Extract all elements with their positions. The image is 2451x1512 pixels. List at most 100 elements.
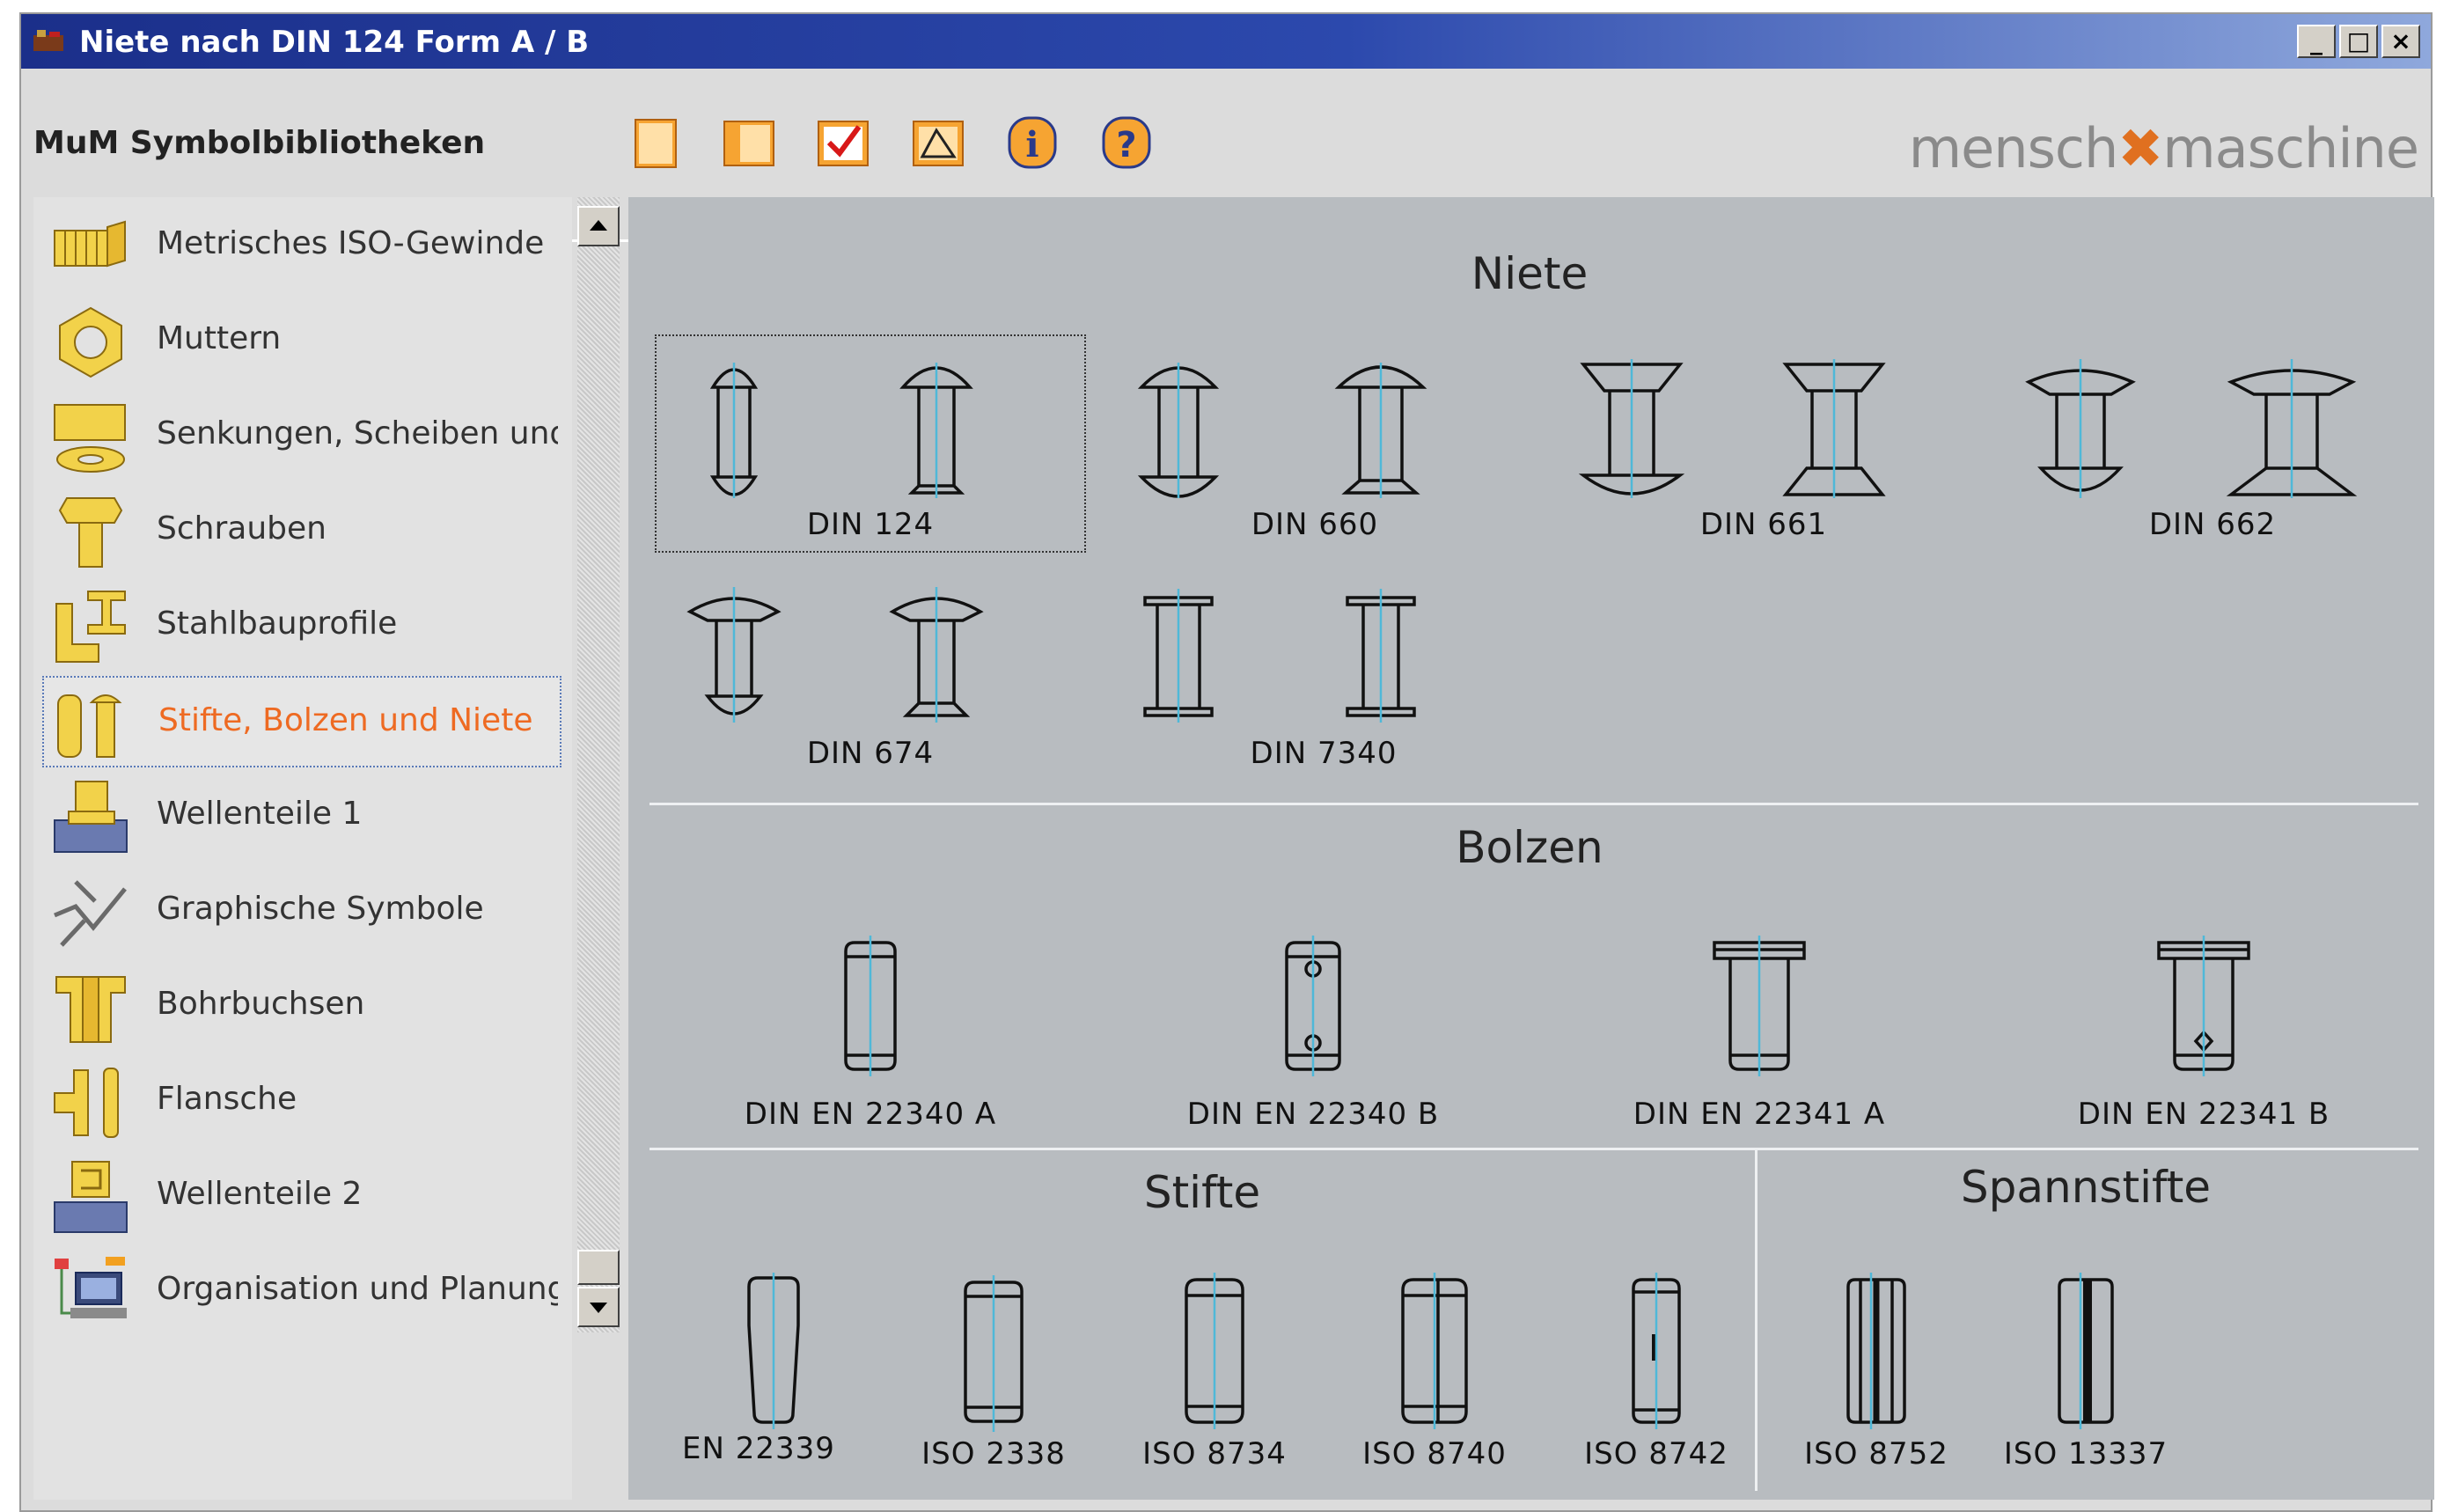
section-title-niete: Niete bbox=[1471, 248, 1589, 299]
rivet-din674-form-a-icon[interactable] bbox=[681, 580, 787, 730]
pin-en-22339-icon[interactable] bbox=[730, 1273, 818, 1431]
sidebar-item-label: Metrisches ISO-Gewinde bbox=[157, 225, 545, 261]
symbol-label-din7340[interactable]: DIN 7340 bbox=[1251, 736, 1398, 771]
open-sheet-icon[interactable] bbox=[721, 114, 777, 171]
sidebar-item-label: Senkungen, Scheiben und Du bbox=[157, 415, 558, 451]
symbol-label-din-en-22340-a[interactable]: DIN EN 22340 A bbox=[745, 1097, 996, 1132]
sidebar-item-metrisches-iso-gewinde[interactable]: Metrisches ISO-Gewinde bbox=[42, 201, 561, 292]
library-title: MuM Symbolbibliotheken bbox=[33, 125, 486, 161]
minimize-button[interactable]: _ bbox=[2297, 25, 2336, 58]
washer-icon bbox=[54, 404, 126, 473]
sidebar-scrollbar[interactable] bbox=[577, 197, 620, 1332]
nut-icon bbox=[59, 306, 122, 378]
sidebar-item-organisation-und-planung[interactable]: Organisation und Planung bbox=[42, 1246, 561, 1338]
brand-mark-icon: ✖ bbox=[2117, 116, 2163, 180]
graphic-symbol-icon bbox=[54, 880, 127, 947]
symbol-label-din662[interactable]: DIN 662 bbox=[2149, 507, 2276, 542]
insert-symbol-icon[interactable] bbox=[910, 114, 966, 171]
thread-icon bbox=[54, 220, 126, 268]
bolt-din-en-22340-b-icon[interactable] bbox=[1260, 932, 1366, 1082]
symbol-label-iso-2338[interactable]: ISO 2338 bbox=[921, 1436, 1066, 1472]
close-button[interactable]: × bbox=[2381, 25, 2420, 58]
sidebar-item-stahlbauprofile[interactable]: Stahlbauprofile bbox=[42, 581, 561, 672]
rivet-din660-form-a-icon[interactable] bbox=[1126, 356, 1231, 505]
app-icon bbox=[33, 30, 63, 51]
symbol-label-din124[interactable]: DIN 124 bbox=[807, 507, 934, 542]
help-icon[interactable]: ? bbox=[1098, 114, 1155, 171]
screw-icon bbox=[58, 497, 123, 568]
sidebar-item-muttern[interactable]: Muttern bbox=[42, 296, 561, 387]
pin-iso-2338-icon[interactable] bbox=[950, 1275, 1038, 1434]
symbol-label-din-en-22341-b[interactable]: DIN EN 22341 B bbox=[2078, 1097, 2330, 1132]
svg-text:?: ? bbox=[1116, 125, 1136, 165]
sidebar-item-graphische-symbole[interactable]: Graphische Symbole bbox=[42, 866, 561, 958]
title-bar[interactable]: Niete nach DIN 124 Form A / B _ □ × bbox=[21, 14, 2431, 69]
sidebar-item-wellenteile-1[interactable]: Wellenteile 1 bbox=[42, 771, 561, 862]
bolt-din-en-22341-a-icon[interactable] bbox=[1702, 932, 1816, 1082]
symbol-label-din661[interactable]: DIN 661 bbox=[1700, 507, 1827, 542]
sidebar-item-wellenteile-2[interactable]: Wellenteile 2 bbox=[42, 1151, 561, 1243]
rivet-din124-form-b-icon[interactable] bbox=[884, 356, 989, 505]
scroll-down-button[interactable] bbox=[577, 1287, 620, 1327]
sidebar-item-label: Schrauben bbox=[157, 510, 327, 547]
pin-iso-8742-icon[interactable] bbox=[1612, 1273, 1700, 1431]
rivet-din661-form-a-icon[interactable] bbox=[1574, 356, 1689, 505]
sidebar-item-label: Bohrbuchsen bbox=[157, 986, 365, 1022]
symbol-label-din-en-22341-a[interactable]: DIN EN 22341 A bbox=[1633, 1097, 1885, 1132]
shaft-part-icon bbox=[54, 781, 128, 853]
organisation-icon bbox=[55, 1257, 127, 1318]
rivet-din7340-form-b-icon[interactable] bbox=[1328, 580, 1434, 730]
scroll-up-button[interactable] bbox=[577, 206, 620, 246]
rivet-din661-form-b-icon[interactable] bbox=[1777, 356, 1891, 505]
rivet-din124-form-a-icon[interactable] bbox=[681, 356, 787, 505]
sidebar-item-flansche[interactable]: Flansche bbox=[42, 1056, 561, 1148]
maximize-icon: □ bbox=[2346, 26, 2371, 55]
sidebar-item-label: Stahlbauprofile bbox=[157, 606, 398, 642]
rivet-din7340-form-a-icon[interactable] bbox=[1126, 580, 1231, 730]
sidebar-item-bohrbuchsen[interactable]: Bohrbuchsen bbox=[42, 961, 561, 1053]
section-title-bolzen: Bolzen bbox=[1456, 822, 1603, 873]
info-icon[interactable]: i bbox=[1004, 114, 1060, 171]
section-divider bbox=[649, 1148, 2418, 1150]
spring-pin-iso-8752-icon[interactable] bbox=[1832, 1273, 1920, 1431]
check-icon[interactable] bbox=[815, 114, 871, 171]
sidebar-item-label: Flansche bbox=[157, 1081, 297, 1117]
symbol-label-en-22339[interactable]: EN 22339 bbox=[682, 1431, 835, 1466]
symbol-label-din674[interactable]: DIN 674 bbox=[807, 736, 934, 771]
rivet-din662-form-a-icon[interactable] bbox=[2023, 356, 2138, 505]
pin-iso-8740-icon[interactable] bbox=[1391, 1273, 1479, 1431]
symbol-label-iso-8734[interactable]: ISO 8734 bbox=[1142, 1436, 1287, 1472]
drill-bushing-icon bbox=[55, 976, 126, 1043]
brand-text-left: mensch bbox=[1908, 116, 2119, 180]
bolt-din-en-22341-b-icon[interactable] bbox=[2146, 932, 2261, 1082]
rivet-din660-form-b-icon[interactable] bbox=[1328, 356, 1434, 505]
symbol-label-din660[interactable]: DIN 660 bbox=[1251, 507, 1378, 542]
symbol-label-din-en-22340-b[interactable]: DIN EN 22340 B bbox=[1187, 1097, 1439, 1132]
sidebar-item-stifte-bolzen-niete[interactable]: Stifte, Bolzen und Niete bbox=[42, 676, 561, 767]
symbol-label-iso-13337[interactable]: ISO 13337 bbox=[2004, 1436, 2168, 1472]
sidebar-item-label: Organisation und Planung bbox=[157, 1271, 558, 1307]
rivet-din674-form-b-icon[interactable] bbox=[884, 580, 989, 730]
symbol-panel: Niete DIN 124 DIN 660 DIN 661 DIN 662 DI… bbox=[628, 197, 2434, 1500]
brand-logo: mensch✖maschine bbox=[1908, 116, 2419, 180]
scroll-thumb[interactable] bbox=[577, 1250, 620, 1285]
svg-text:i: i bbox=[1025, 124, 1038, 165]
close-icon: × bbox=[2390, 26, 2411, 55]
section-divider-vertical bbox=[1755, 1149, 1758, 1491]
rivet-din662-form-b-icon[interactable] bbox=[2226, 356, 2358, 505]
sidebar-item-label: Wellenteile 1 bbox=[157, 796, 363, 832]
symbol-label-iso-8740[interactable]: ISO 8740 bbox=[1362, 1436, 1507, 1472]
sidebar-item-senkungen[interactable]: Senkungen, Scheiben und Du bbox=[42, 391, 561, 482]
header: MuM Symbolbibliotheken i ? mensch✖maschi… bbox=[21, 69, 2431, 242]
maximize-button[interactable]: □ bbox=[2339, 25, 2378, 58]
symbol-label-iso-8752[interactable]: ISO 8752 bbox=[1804, 1436, 1948, 1472]
sidebar-item-schrauben[interactable]: Schrauben bbox=[42, 486, 561, 577]
flange-icon bbox=[54, 1068, 119, 1138]
new-sheet-icon[interactable] bbox=[628, 114, 685, 171]
minimize-icon: _ bbox=[2310, 26, 2323, 55]
spring-pin-iso-13337-icon[interactable] bbox=[2042, 1273, 2130, 1431]
symbol-label-iso-8742[interactable]: ISO 8742 bbox=[1584, 1436, 1728, 1472]
pin-iso-8734-icon[interactable] bbox=[1170, 1273, 1259, 1431]
bolt-din-en-22340-a-icon[interactable] bbox=[818, 932, 923, 1082]
app-window: Niete nach DIN 124 Form A / B _ □ × MuM … bbox=[19, 12, 2434, 1512]
